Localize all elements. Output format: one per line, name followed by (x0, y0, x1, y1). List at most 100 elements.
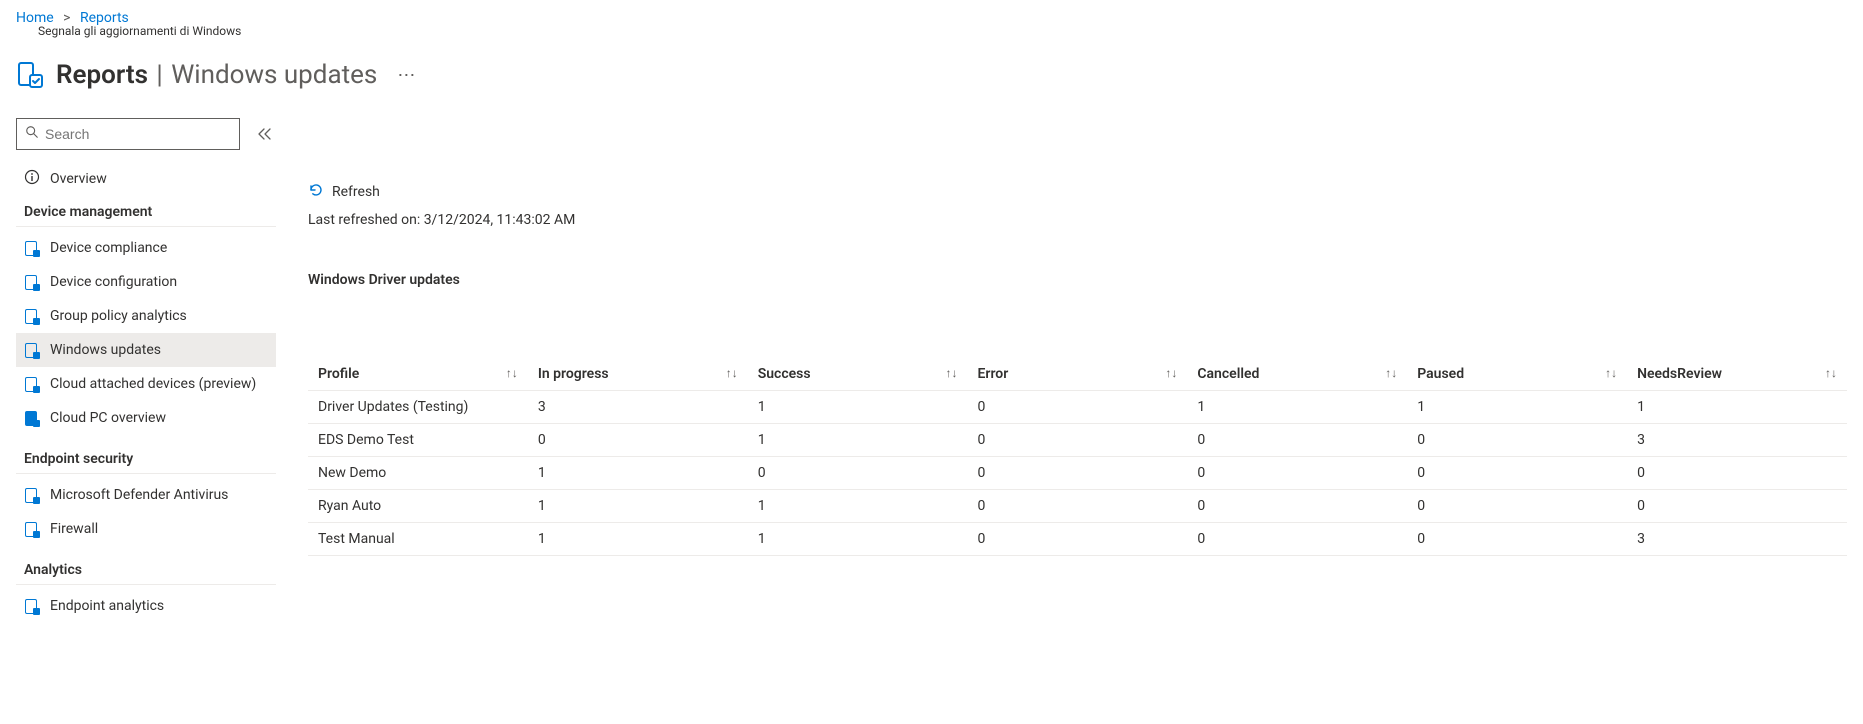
column-header-error[interactable]: Error ↑↓ (968, 358, 1188, 391)
table-cell-paused: 0 (1407, 424, 1627, 457)
sidebar-item-cloud-pc-overview[interactable]: Cloud PC overview (16, 401, 276, 435)
table-cell-success: 0 (748, 457, 968, 490)
sidebar-item-label: Device compliance (50, 240, 167, 256)
table-cell-paused: 0 (1407, 457, 1627, 490)
sidebar-item-group-policy-analytics[interactable]: Group policy analytics (16, 299, 276, 333)
column-header-success[interactable]: Success ↑↓ (748, 358, 968, 391)
table-cell-in-progress: 1 (528, 523, 748, 556)
sidebar-item-device-compliance[interactable]: Device compliance (16, 231, 276, 265)
table-cell-cancelled: 0 (1187, 457, 1407, 490)
page-title-sub: Windows updates (171, 60, 377, 90)
table-cell-in-progress: 1 (528, 490, 748, 523)
table-cell-success: 1 (748, 424, 968, 457)
table-cell-needs-review: 0 (1627, 490, 1847, 523)
cloud-pc-icon (24, 410, 40, 426)
table-cell-in-progress: 1 (528, 457, 748, 490)
column-label: Success (758, 366, 811, 382)
table-cell-error: 0 (968, 424, 1188, 457)
table-cell-cancelled: 0 (1187, 490, 1407, 523)
sidebar-item-cloud-attached-devices[interactable]: Cloud attached devices (preview) (16, 367, 276, 401)
sort-icon: ↑↓ (1605, 366, 1617, 380)
column-header-paused[interactable]: Paused ↑↓ (1407, 358, 1627, 391)
more-actions-button[interactable]: ⋯ (389, 61, 425, 90)
table-cell-paused: 0 (1407, 523, 1627, 556)
table-row[interactable]: EDS Demo Test010003 (308, 424, 1847, 457)
last-refreshed-value: 3/12/2024, 11:43:02 AM (424, 212, 576, 228)
column-label: Error (978, 366, 1009, 382)
table-cell-in-progress: 3 (528, 391, 748, 424)
table-cell-success: 1 (748, 391, 968, 424)
page-title: Reports | Windows updates (56, 60, 377, 90)
table-cell-success: 1 (748, 490, 968, 523)
table-row[interactable]: Test Manual110003 (308, 523, 1847, 556)
table-cell-profile: Driver Updates (Testing) (308, 391, 528, 424)
sidebar-item-defender-antivirus[interactable]: Microsoft Defender Antivirus (16, 478, 276, 512)
sidebar-item-label: Endpoint analytics (50, 598, 164, 614)
table-header-row: Profile ↑↓ In progress↑↓ Success ↑↓ Error ↑… (308, 358, 1847, 391)
device-icon (24, 240, 40, 256)
table-cell-needs-review: 3 (1627, 424, 1847, 457)
search-input[interactable] (45, 126, 231, 142)
sidebar-section-analytics: Analytics (16, 546, 276, 585)
sidebar-item-overview[interactable]: Overview (16, 162, 276, 196)
device-icon (24, 308, 40, 324)
table-cell-paused: 1 (1407, 391, 1627, 424)
table-row[interactable]: New Demo100000 (308, 457, 1847, 490)
column-header-profile[interactable]: Profile ↑↓ (308, 358, 528, 391)
last-refreshed-prefix: Last refreshed on: (308, 212, 424, 228)
search-box[interactable] (16, 118, 240, 150)
column-label: Profile (318, 366, 359, 382)
table-cell-paused: 0 (1407, 490, 1627, 523)
table-cell-cancelled: 0 (1187, 424, 1407, 457)
sort-icon: ↑↓ (1165, 366, 1177, 380)
column-header-in-progress[interactable]: In progress↑↓ (528, 358, 748, 391)
sidebar-item-label: Windows updates (50, 342, 161, 358)
table-cell-cancelled: 1 (1187, 391, 1407, 424)
table-row[interactable]: Ryan Auto110000 (308, 490, 1847, 523)
table-row[interactable]: Driver Updates (Testing)310111 (308, 391, 1847, 424)
column-label: NeedsReview (1637, 366, 1722, 382)
device-icon (24, 598, 40, 614)
info-icon (24, 169, 40, 189)
main-pane: Refresh Last refreshed on: 3/12/2024, 11… (308, 118, 1847, 623)
table-cell-profile: New Demo (308, 457, 528, 490)
refresh-icon (308, 182, 324, 202)
sidebar-item-device-configuration[interactable]: Device configuration (16, 265, 276, 299)
sort-icon: ↑↓ (1385, 366, 1397, 380)
sort-icon: ↑↓ (946, 366, 958, 380)
sidebar-item-label: Microsoft Defender Antivirus (50, 487, 228, 503)
driver-updates-table: Profile ↑↓ In progress↑↓ Success ↑↓ Error ↑… (308, 358, 1847, 556)
sort-icon: ↑↓ (1825, 366, 1837, 380)
device-icon (24, 487, 40, 503)
reports-device-icon (16, 61, 44, 89)
sidebar-item-label: Overview (50, 171, 107, 187)
device-icon (24, 521, 40, 537)
sidebar-item-label: Cloud attached devices (preview) (50, 376, 256, 392)
table-cell-needs-review: 1 (1627, 391, 1847, 424)
table-cell-profile: EDS Demo Test (308, 424, 528, 457)
refresh-button[interactable]: Refresh (308, 182, 1847, 202)
column-header-needs-review[interactable]: NeedsReview ↑↓ (1627, 358, 1847, 391)
table-cell-error: 0 (968, 391, 1188, 424)
sidebar-item-firewall[interactable]: Firewall (16, 512, 276, 546)
sidebar-item-endpoint-analytics[interactable]: Endpoint analytics (16, 589, 276, 623)
table-cell-profile: Ryan Auto (308, 490, 528, 523)
table-cell-cancelled: 0 (1187, 523, 1407, 556)
table-cell-error: 0 (968, 523, 1188, 556)
table-cell-profile: Test Manual (308, 523, 528, 556)
section-heading: Windows Driver updates (308, 272, 1847, 288)
device-icon (24, 376, 40, 392)
sidebar-item-label: Firewall (50, 521, 98, 537)
collapse-sidebar-button[interactable] (254, 124, 276, 144)
column-header-cancelled[interactable]: Cancelled↑↓ (1187, 358, 1407, 391)
sidebar: Overview Device management Device compli… (16, 118, 276, 623)
table-cell-success: 1 (748, 523, 968, 556)
sidebar-item-label: Cloud PC overview (50, 410, 166, 426)
page-title-main: Reports (56, 60, 148, 90)
column-label: Paused (1417, 366, 1464, 382)
device-icon (24, 342, 40, 358)
table-cell-needs-review: 3 (1627, 523, 1847, 556)
sidebar-item-windows-updates[interactable]: Windows updates (16, 333, 276, 367)
sort-icon: ↑↓ (506, 366, 518, 380)
refresh-label: Refresh (332, 184, 380, 200)
